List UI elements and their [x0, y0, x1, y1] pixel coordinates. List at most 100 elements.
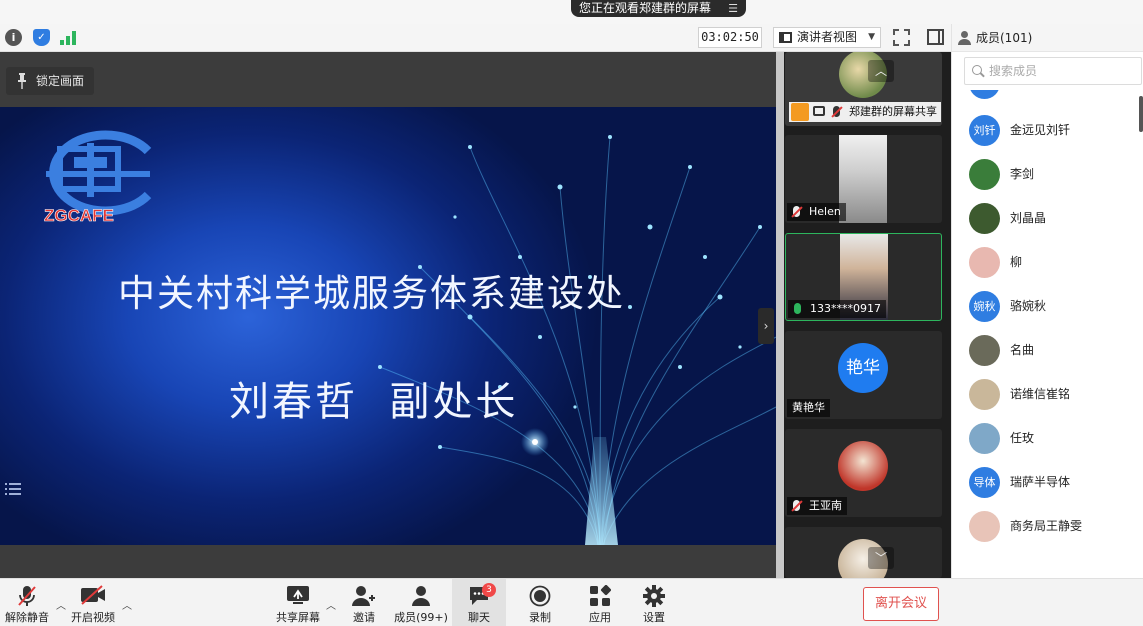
- tile-name-bar: 133****0917: [788, 300, 886, 318]
- share-name-bar: 郑建群的屏幕共享: [789, 102, 941, 122]
- video-tile[interactable]: Helen: [785, 135, 942, 223]
- chat-button[interactable]: 3 聊天: [452, 579, 506, 626]
- avatar: 导体: [969, 467, 1000, 498]
- collapse-strip-handle[interactable]: ›: [758, 308, 774, 344]
- share-screen-icon: [287, 586, 309, 604]
- meeting-controls: 解除静音 ︿ 开启视频 ︿ 共享屏幕 ︿ 邀请 成员(99+) 3 聊天 录制 …: [0, 578, 1143, 626]
- chevron-up-icon[interactable]: ︿: [122, 597, 132, 612]
- user-icon: [791, 103, 809, 121]
- mic-muted-icon: [793, 206, 800, 217]
- member-list-item[interactable]: 李剑: [969, 159, 1139, 191]
- settings-button[interactable]: 设置: [632, 579, 676, 626]
- member-list-item[interactable]: 婉秋 骆婉秋: [969, 291, 1139, 323]
- chat-badge: 3: [482, 583, 496, 597]
- share-screen-label: 共享屏幕: [276, 611, 320, 624]
- meeting-window: 您正在观看郑建群的屏幕 ☰ i ✓ 03:02:50 演讲者视图 ▼ 锁定画面 …: [0, 0, 1143, 626]
- members-icon: [412, 586, 430, 606]
- fullscreen-icon[interactable]: [893, 29, 910, 46]
- apps-icon: [590, 585, 611, 606]
- avatar: [969, 379, 1000, 410]
- speaker-view-icon: [779, 32, 792, 43]
- slide-title: 中关村科学城服务体系建设处: [118, 272, 625, 315]
- sidebar-toggle-icon[interactable]: [927, 29, 944, 45]
- avatar: [838, 441, 888, 491]
- avatar: [969, 203, 1000, 234]
- member-list-item[interactable]: 商务局王静雯: [969, 511, 1139, 543]
- avatar: 艳华: [838, 343, 888, 393]
- video-strip: ︿ 郑建群的屏幕共享 Helen 133****0917 艳华 黄艳华 王亚南 …: [784, 52, 951, 578]
- slide-speaker: 刘春哲 副处长: [229, 379, 519, 425]
- start-video-button[interactable]: 开启视频: [66, 579, 120, 626]
- add-user-icon: [352, 586, 375, 606]
- member-name: 李剑: [1010, 167, 1035, 181]
- member-list-item[interactable]: 导体 瑞萨半导体: [969, 467, 1139, 499]
- lock-view-button[interactable]: 锁定画面: [6, 67, 95, 95]
- signal-icon[interactable]: [60, 31, 78, 45]
- shield-icon[interactable]: ✓: [33, 29, 50, 46]
- video-tile[interactable]: 王亚南: [785, 429, 942, 517]
- member-name: 诺维信崔铭: [1010, 387, 1071, 401]
- share-banner[interactable]: 您正在观看郑建群的屏幕 ☰: [571, 0, 746, 17]
- members-label: 成员(99+): [394, 611, 448, 624]
- unmute-label: 解除静音: [5, 611, 49, 624]
- members-button[interactable]: 成员(99+): [392, 579, 450, 626]
- chevron-up-icon[interactable]: ︿: [868, 60, 894, 82]
- apps-button[interactable]: 应用: [578, 579, 622, 626]
- member-list-item[interactable]: 任玫: [969, 423, 1139, 455]
- tile-name-bar: 黄艳华: [787, 399, 830, 417]
- caret-down-icon: ▼: [868, 32, 875, 42]
- settings-label: 设置: [643, 611, 665, 624]
- apps-label: 应用: [589, 611, 611, 624]
- tile-name-bar: Helen: [787, 203, 846, 221]
- leave-meeting-button[interactable]: 离开会议: [863, 587, 939, 621]
- shared-screen: 锁定画面 ZGCAFE 中关村科学城服务体系建设处 刘春哲 副处长 ›: [0, 52, 776, 578]
- list-icon[interactable]: [5, 483, 21, 497]
- avatar: [969, 335, 1000, 366]
- tile-name: 133****0917: [810, 302, 881, 315]
- member-list-item[interactable]: 刘钎 金远见刘钎: [969, 115, 1139, 147]
- chevron-up-icon[interactable]: ︿: [56, 597, 66, 612]
- tile-name: 郑建群的屏幕共享: [849, 105, 937, 118]
- video-tile[interactable]: 艳华 黄艳华: [785, 331, 942, 419]
- video-tile[interactable]: ︿ 郑建群的屏幕共享: [785, 52, 942, 126]
- invite-button[interactable]: 邀请: [344, 579, 384, 626]
- members-header: 成员(101): [952, 24, 1143, 52]
- members-title: 成员(101): [976, 31, 1033, 45]
- invite-label: 邀请: [353, 611, 375, 624]
- view-mode-select[interactable]: 演讲者视图 ▼: [773, 27, 881, 48]
- members-scrollbar[interactable]: [1139, 96, 1143, 132]
- logo-text: ZGCAFE: [44, 206, 114, 225]
- chevron-up-icon[interactable]: ︿: [326, 597, 336, 612]
- chevron-down-icon[interactable]: ﹀: [868, 547, 894, 569]
- panel-divider[interactable]: [776, 52, 784, 578]
- meeting-toolbar: i ✓ 03:02:50 演讲者视图 ▼: [0, 24, 951, 52]
- member-list[interactable]: 刘钎 金远见刘钎李剑刘晶晶柳婉秋 骆婉秋名曲诺维信崔铭任玫导体 瑞萨半导体商务局王静雯: [952, 90, 1143, 578]
- menu-icon[interactable]: ☰: [728, 0, 738, 17]
- member-search-input[interactable]: 搜索成员: [964, 57, 1142, 85]
- view-mode-label: 演讲者视图: [797, 30, 858, 44]
- tile-name: 王亚南: [809, 499, 842, 512]
- avatar: [969, 511, 1000, 542]
- member-list-item[interactable]: 刘晶晶: [969, 203, 1139, 235]
- video-tile-active[interactable]: 133****0917: [785, 233, 942, 321]
- record-button[interactable]: 录制: [518, 579, 562, 626]
- unmute-button[interactable]: 解除静音: [0, 579, 54, 626]
- member-name: 商务局王静雯: [1010, 519, 1083, 533]
- mic-on-icon: [794, 303, 801, 314]
- member-list-item[interactable]: 柳: [969, 247, 1139, 279]
- avatar: 刘钎: [969, 115, 1000, 146]
- member-name: 瑞萨半导体: [1010, 475, 1071, 489]
- avatar: [969, 423, 1000, 454]
- member-list-item[interactable]: 诺维信崔铭: [969, 379, 1139, 411]
- info-icon[interactable]: i: [5, 29, 22, 46]
- share-screen-button[interactable]: 共享屏幕: [272, 579, 324, 626]
- search-icon: [972, 65, 982, 75]
- record-icon: [529, 585, 551, 607]
- video-tile[interactable]: ﹀: [785, 527, 942, 578]
- lock-view-label: 锁定画面: [36, 74, 85, 88]
- member-name: 骆婉秋: [1010, 299, 1047, 313]
- member-name: 柳: [1010, 255, 1023, 269]
- screen-share-icon: [813, 106, 825, 116]
- record-label: 录制: [529, 611, 551, 624]
- member-list-item[interactable]: 名曲: [969, 335, 1139, 367]
